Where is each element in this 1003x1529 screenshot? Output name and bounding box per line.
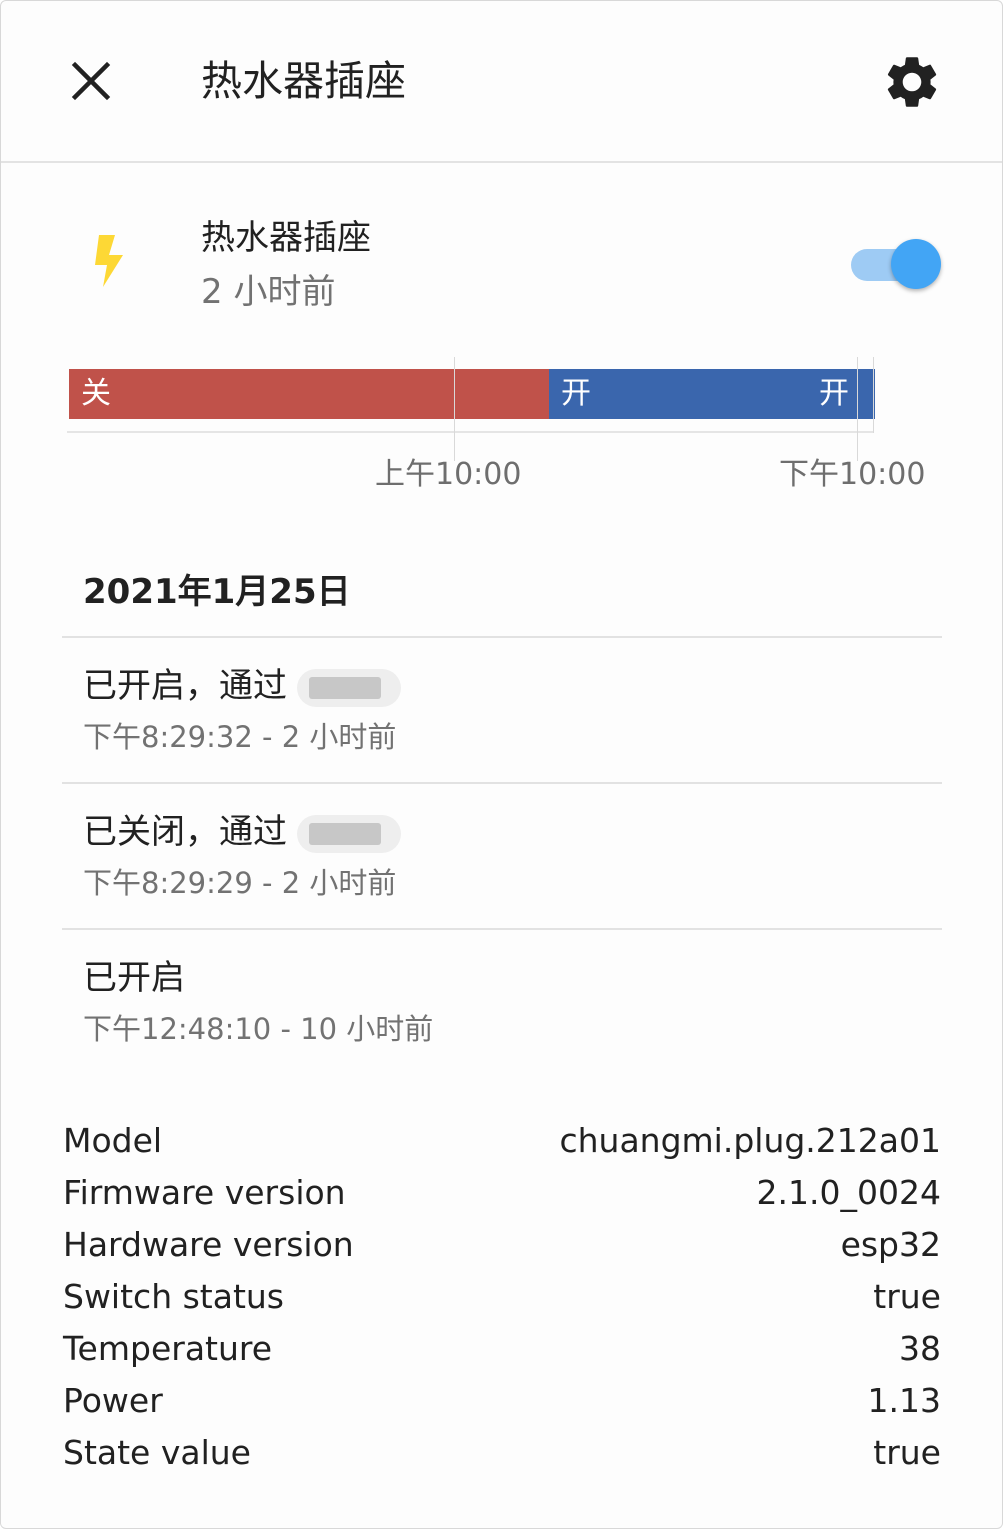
attribute-value: true: [873, 1277, 941, 1316]
gear-icon: [887, 57, 937, 107]
attribute-row: Power 1.13: [63, 1375, 941, 1427]
timeline-segment-off[interactable]: 关: [69, 369, 549, 419]
flash-icon: [95, 235, 123, 287]
timeline-segment-label: 关: [81, 376, 111, 411]
timeline-axis: [67, 431, 873, 433]
timeline-segment-on[interactable]: 开: [807, 369, 875, 419]
dialog-header: 热水器插座: [1, 1, 1002, 163]
close-icon: [71, 61, 111, 101]
logbook-entry: 已关闭，通过 下午8:29:29 - 2 小时前: [83, 807, 933, 905]
attribute-key: State value: [63, 1433, 251, 1472]
logbook-message: 已开启: [83, 958, 185, 998]
attribute-row: Firmware version 2.1.0_0024: [63, 1167, 941, 1219]
attribute-key: Temperature: [63, 1329, 273, 1368]
dialog-title: 热水器插座: [201, 57, 406, 105]
entity-last-changed: 2 小时前: [201, 272, 336, 312]
logbook-time: 下午8:29:32 - 2 小时前: [83, 720, 397, 754]
attribute-value: true: [873, 1433, 941, 1472]
more-info-dialog: 热水器插座 热水器插座 2 小时前 关 开 开 上午10:00 下午10:00 …: [0, 0, 1003, 1529]
toggle-thumb: [891, 239, 941, 289]
close-button[interactable]: [63, 53, 119, 109]
attribute-row: Hardware version esp32: [63, 1219, 941, 1271]
divider: [62, 928, 942, 930]
settings-button[interactable]: [881, 51, 943, 113]
attribute-row: Temperature 38: [63, 1323, 941, 1375]
history-timeline: 关 开 开 上午10:00 下午10:00: [61, 351, 941, 501]
entity-name: 热水器插座: [201, 218, 371, 258]
attribute-value: chuangmi.plug.212a01: [559, 1121, 941, 1160]
divider: [62, 782, 942, 784]
attribute-key: Switch status: [63, 1277, 284, 1316]
timeline-tick: [454, 357, 455, 461]
attribute-key: Hardware version: [63, 1225, 354, 1264]
logbook-entry: 已开启，通过 下午8:29:32 - 2 小时前: [83, 661, 933, 759]
logbook-date: 2021年1月25日: [83, 572, 351, 612]
attributes-table: Model chuangmi.plug.212a01 Firmware vers…: [63, 1115, 941, 1479]
logbook-message: 已开启，通过: [83, 666, 287, 706]
timeline-tick-label: 上午10:00: [375, 457, 522, 492]
attribute-value: 2.1.0_0024: [756, 1173, 941, 1212]
attribute-value: esp32: [840, 1225, 941, 1264]
timeline-tick: [873, 357, 874, 433]
attribute-row: State value true: [63, 1427, 941, 1479]
attribute-key: Model: [63, 1121, 163, 1160]
attribute-value: 38: [899, 1329, 941, 1368]
timeline-segment-on[interactable]: 开: [549, 369, 807, 419]
timeline-segment-label: 开: [561, 376, 591, 411]
attribute-key: Firmware version: [63, 1173, 346, 1212]
timeline-tick: [857, 357, 858, 461]
redacted-actor: [297, 668, 401, 707]
logbook-entry: 已开启 下午12:48:10 - 10 小时前: [83, 953, 933, 1051]
logbook-time: 下午12:48:10 - 10 小时前: [83, 1012, 434, 1046]
divider: [62, 636, 942, 638]
logbook-message: 已关闭，通过: [83, 812, 287, 852]
attribute-row: Switch status true: [63, 1271, 941, 1323]
attribute-value: 1.13: [867, 1381, 941, 1420]
logbook-time: 下午8:29:29 - 2 小时前: [83, 866, 397, 900]
attribute-key: Power: [63, 1381, 163, 1420]
timeline-segment-label: 开: [819, 376, 849, 411]
attribute-row: Model chuangmi.plug.212a01: [63, 1115, 941, 1167]
timeline-tick-label: 下午10:00: [779, 457, 926, 492]
entity-toggle[interactable]: [847, 235, 943, 295]
redacted-actor: [297, 814, 401, 853]
